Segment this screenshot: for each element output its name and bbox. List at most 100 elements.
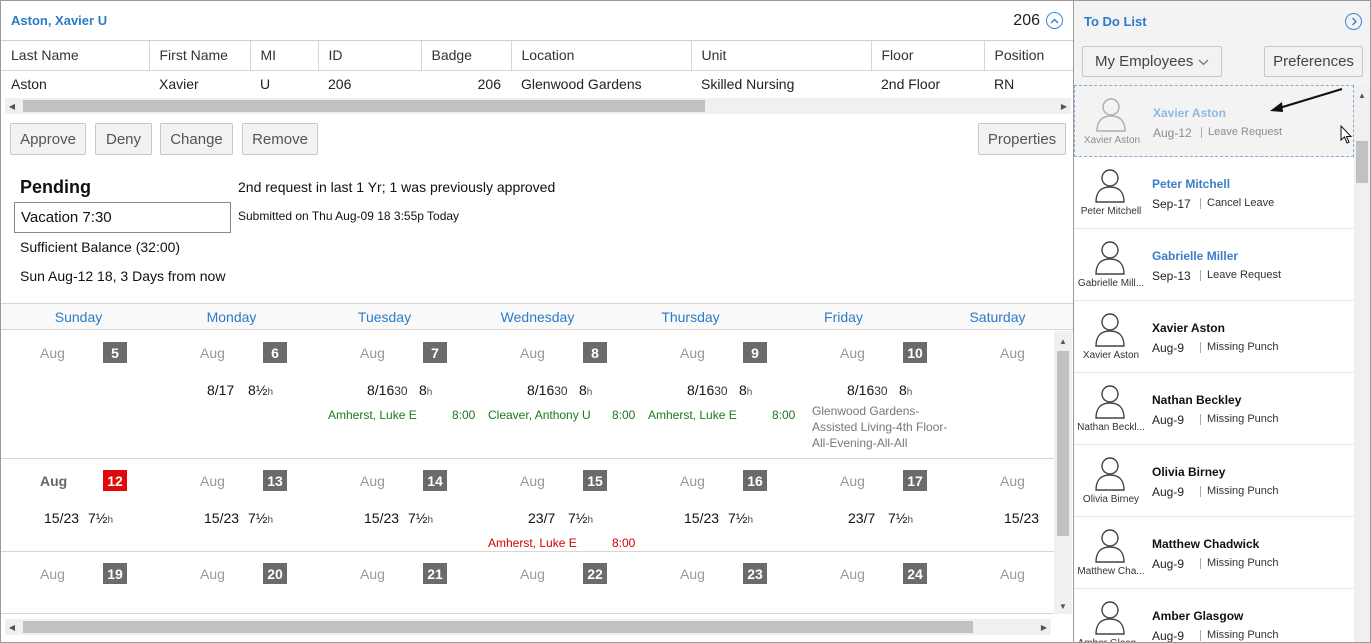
change-button[interactable]: Change — [160, 123, 233, 155]
col-first-name[interactable]: First Name — [149, 41, 251, 71]
calendar-day-cell[interactable]: Aug 8 8/1630 8h Cleaver, Anthony U 8:00 — [481, 331, 641, 458]
calendar-day-cell[interactable]: Aug 21 — [321, 552, 481, 613]
todo-list-item[interactable]: Nathan Beckl... Nathan Beckley Aug-9 Missin… — [1074, 373, 1354, 445]
calendar-day-cell[interactable]: Aug 16 15/23 7½h — [641, 459, 801, 551]
col-unit[interactable]: Unit — [691, 41, 872, 71]
shift-time: 8/1630 — [847, 382, 888, 398]
scroll-down-arrow-icon[interactable]: ▼ — [1056, 598, 1070, 614]
properties-button[interactable]: Properties — [978, 123, 1066, 155]
todo-list-item[interactable]: Olivia Birney Olivia Birney Aug-9 Missing P… — [1074, 445, 1354, 517]
day-tuesday: Tuesday — [357, 309, 412, 325]
employee-filter-dropdown[interactable]: My Employees — [1082, 46, 1222, 77]
employee-name-title[interactable]: Aston, Xavier U — [11, 13, 107, 28]
day-number-badge: 17 — [903, 470, 927, 491]
calendar-vertical-scrollbar[interactable]: ▲ ▼ — [1054, 331, 1072, 614]
assigned-employee[interactable]: Amherst, Luke E — [648, 408, 737, 422]
calendar-day-cell[interactable]: Aug 19 — [1, 552, 161, 613]
todo-employee-name[interactable]: Xavier Aston — [1153, 106, 1226, 120]
day-number-badge: 22 — [583, 563, 607, 584]
scrollbar-thumb[interactable] — [23, 100, 705, 112]
chevron-right-icon[interactable] — [1345, 12, 1362, 30]
calendar-horizontal-scrollbar[interactable]: ◀ ▶ — [5, 619, 1051, 635]
day-number-badge: 20 — [263, 563, 287, 584]
col-last-name[interactable]: Last Name — [1, 41, 150, 71]
todo-date: Aug-9 — [1152, 629, 1185, 643]
scroll-left-arrow-icon[interactable]: ◀ — [5, 98, 19, 114]
request-type-field[interactable]: Vacation 7:30 — [14, 202, 231, 233]
scroll-up-arrow-icon[interactable]: ▲ — [1056, 333, 1070, 349]
person-icon — [1090, 167, 1130, 203]
todo-employee-name[interactable]: Xavier Aston — [1152, 321, 1225, 335]
table-horizontal-scrollbar[interactable]: ◀ ▶ — [5, 98, 1071, 114]
todo-list-item[interactable]: Amber Glasg... Amber Glasgow Aug-9 Missing … — [1074, 589, 1354, 643]
calendar-day-cell[interactable]: Aug 24 — [801, 552, 961, 613]
col-id[interactable]: ID — [318, 41, 422, 71]
assigned-employee[interactable]: Amherst, Luke E — [328, 408, 417, 422]
scroll-right-arrow-icon[interactable]: ▶ — [1037, 619, 1051, 635]
hours-unit: h — [587, 515, 594, 526]
todo-list-item[interactable]: Xavier Aston Xavier Aston Aug-9 Missing Pun… — [1074, 301, 1354, 373]
annotation-arrow-icon — [1270, 87, 1343, 112]
calendar-day-cell[interactable]: Aug 15 23/7 7½h Amherst, Luke E 8:00 — [481, 459, 641, 551]
deny-button[interactable]: Deny — [95, 123, 152, 155]
remove-button[interactable]: Remove — [242, 123, 318, 155]
todo-date: Aug-9 — [1152, 413, 1185, 427]
col-position[interactable]: Position — [984, 41, 1073, 71]
todo-employee-name[interactable]: Matthew Chadwick — [1152, 537, 1259, 551]
todo-type: Cancel Leave — [1200, 198, 1274, 209]
scroll-up-arrow-icon[interactable]: ▲ — [1355, 87, 1369, 103]
calendar-day-cell[interactable]: Aug 17 23/7 7½h — [801, 459, 961, 551]
day-month-label: Aug — [40, 345, 65, 361]
col-badge[interactable]: Badge — [421, 41, 512, 71]
calendar-day-cell[interactable]: Aug 9 8/1630 8h Amherst, Luke E 8:00 — [641, 331, 801, 458]
shift-time: 15/23 — [1004, 510, 1039, 526]
calendar-day-cell[interactable]: Aug 7 8/1630 8h Amherst, Luke E 8:00 — [321, 331, 481, 458]
shift-hours-value: 8 — [899, 382, 907, 398]
scroll-right-arrow-icon[interactable]: ▶ — [1057, 98, 1071, 114]
todo-list-item[interactable]: Peter Mitchell Peter Mitchell Sep-17 Cancel… — [1074, 157, 1354, 229]
assigned-employee[interactable]: Cleaver, Anthony U — [488, 408, 591, 422]
calendar-day-cell[interactable]: Aug 5 — [1, 331, 161, 458]
todo-employee-name[interactable]: Gabrielle Miller — [1152, 249, 1238, 263]
shift-hours-value: 8½ — [248, 382, 268, 398]
scrollbar-thumb[interactable] — [1057, 351, 1069, 536]
col-location[interactable]: Location — [511, 41, 692, 71]
preferences-button[interactable]: Preferences — [1264, 46, 1363, 77]
calendar-day-cell[interactable]: Aug 14 15/23 7½h — [321, 459, 481, 551]
todo-list-item[interactable]: Matthew Cha... Matthew Chadwick Aug-9 Missi… — [1074, 517, 1354, 589]
todo-list-item[interactable]: Gabrielle Mill... Gabrielle Miller Sep-13 L… — [1074, 229, 1354, 301]
todo-type: Missing Punch — [1200, 342, 1279, 353]
todo-employee-name[interactable]: Nathan Beckley — [1152, 393, 1241, 407]
day-month-label: Aug — [40, 566, 65, 582]
todo-vertical-scrollbar[interactable]: ▲ — [1354, 85, 1370, 642]
collapse-up-icon[interactable] — [1046, 12, 1063, 29]
calendar-day-cell[interactable]: Aug 22 — [481, 552, 641, 613]
calendar-day-cell[interactable]: Aug 23 — [641, 552, 801, 613]
scrollbar-thumb[interactable] — [1356, 141, 1368, 183]
cell-last-name: Aston — [11, 75, 47, 92]
hours-unit: h — [907, 515, 914, 526]
todo-employee-name[interactable]: Amber Glasgow — [1152, 609, 1243, 623]
calendar-day-cell[interactable]: Aug 12 15/23 7½h — [1, 459, 161, 551]
day-number-badge: 23 — [743, 563, 767, 584]
day-number-badge: 24 — [903, 563, 927, 584]
assigned-employee[interactable]: Amherst, Luke E — [488, 536, 577, 550]
todo-employee-name[interactable]: Olivia Birney — [1152, 465, 1225, 479]
table-row[interactable]: Aston Xavier U 206 206 Glenwood Gardens … — [1, 70, 1073, 97]
calendar-day-cell[interactable]: Aug 10 8/1630 8h Glenwood Gardens- Assisted L… — [801, 331, 961, 458]
scroll-left-arrow-icon[interactable]: ◀ — [5, 619, 19, 635]
todo-employee-name[interactable]: Peter Mitchell — [1152, 177, 1230, 191]
calendar-day-cell[interactable]: Aug 6 8/17 8½h — [161, 331, 321, 458]
scrollbar-thumb[interactable] — [23, 621, 973, 633]
approve-button[interactable]: Approve — [10, 123, 86, 155]
shift-hours-value: 7½ — [728, 510, 748, 526]
shift-hours: 8h — [899, 382, 912, 398]
hours-unit: h — [107, 515, 114, 526]
shift-time-minutes: 30 — [394, 384, 408, 398]
col-mi[interactable]: MI — [250, 41, 319, 71]
calendar-day-cell[interactable]: Aug 20 — [161, 552, 321, 613]
submitted-text: Submitted on Thu Aug-09 18 3:55p Today — [238, 209, 460, 223]
col-floor[interactable]: Floor — [871, 41, 985, 71]
calendar-day-cell[interactable]: Aug 13 15/23 7½h — [161, 459, 321, 551]
person-icon — [1090, 239, 1130, 275]
